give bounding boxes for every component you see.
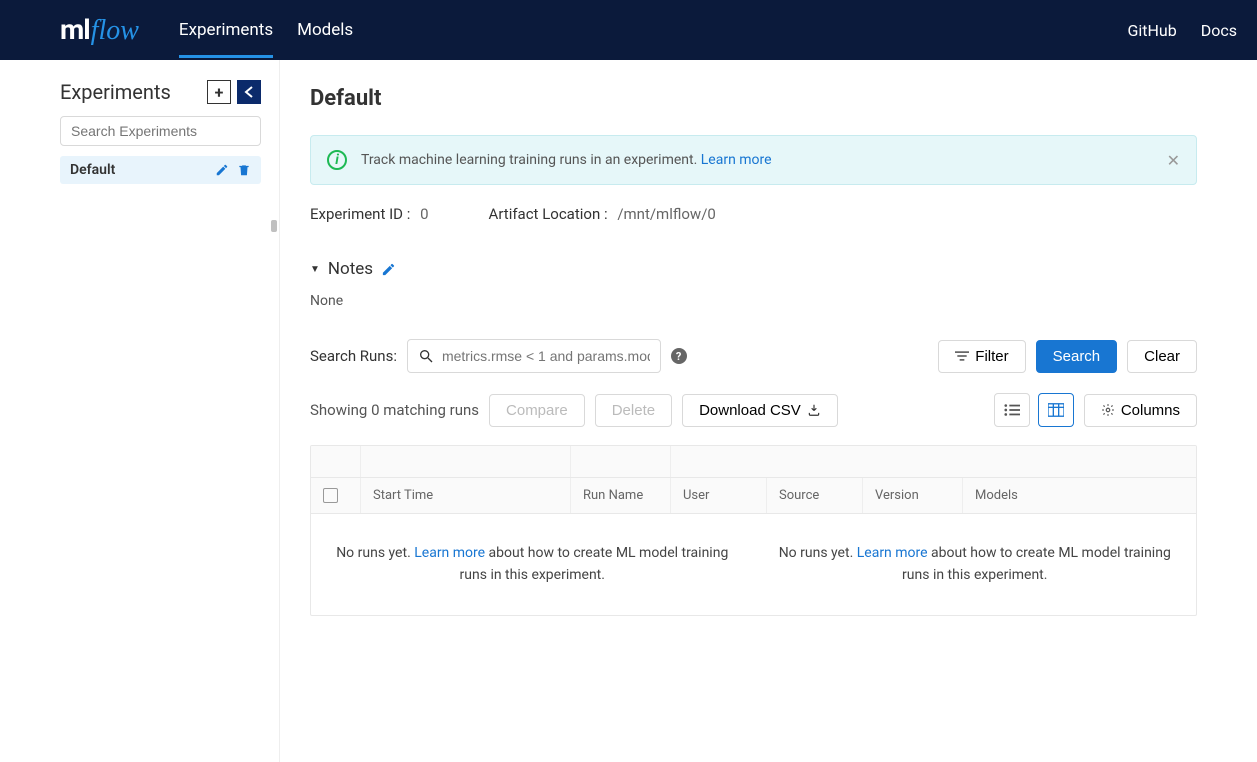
nav-models[interactable]: Models xyxy=(297,2,353,58)
edit-experiment-icon[interactable] xyxy=(215,163,229,177)
empty-msg-1: No runs yet. Learn more about how to cre… xyxy=(311,542,754,587)
search-experiments-input[interactable] xyxy=(60,116,261,146)
nav-github[interactable]: GitHub xyxy=(1127,3,1176,58)
empty-learn-more-link-2[interactable]: Learn more xyxy=(857,545,928,561)
clear-button[interactable]: Clear xyxy=(1127,340,1197,373)
col-run-name[interactable]: Run Name xyxy=(571,478,671,513)
col-source[interactable]: Source xyxy=(767,478,863,513)
empty-state: No runs yet. Learn more about how to cre… xyxy=(311,514,1196,615)
notes-value: None xyxy=(310,293,1197,309)
matching-count: Showing 0 matching runs xyxy=(310,401,479,419)
list-view-button[interactable] xyxy=(994,393,1030,427)
alert-text: Track machine learning training runs in … xyxy=(361,152,1153,168)
search-row: Search Runs: ? Filter Search Clear xyxy=(310,339,1197,373)
experiment-id-label: Experiment ID : xyxy=(310,205,410,223)
results-row: Showing 0 matching runs Compare Delete D… xyxy=(310,393,1197,427)
nav-experiments[interactable]: Experiments xyxy=(179,2,273,58)
select-all-cell[interactable] xyxy=(311,478,361,513)
notes-header[interactable]: ▼ Notes xyxy=(310,259,1197,279)
notes-label: Notes xyxy=(328,259,373,279)
table-header-top xyxy=(311,446,1196,478)
filter-icon xyxy=(955,350,969,362)
close-alert-icon[interactable]: ✕ xyxy=(1167,151,1180,170)
main-content: Default i Track machine learning trainin… xyxy=(280,60,1257,762)
sidebar-item-label: Default xyxy=(70,162,115,178)
search-runs-input[interactable] xyxy=(442,344,650,368)
info-icon: i xyxy=(327,150,347,170)
alert-learn-more-link[interactable]: Learn more xyxy=(701,152,772,168)
select-all-checkbox[interactable] xyxy=(323,488,338,503)
columns-button[interactable]: Columns xyxy=(1084,394,1197,427)
col-start-time[interactable]: Start Time xyxy=(361,478,571,513)
gear-icon xyxy=(1101,403,1115,417)
experiment-meta: Experiment ID : 0 Artifact Location : /m… xyxy=(310,205,1197,223)
empty-msg-2: No runs yet. Learn more about how to cre… xyxy=(754,542,1197,587)
info-alert: i Track machine learning training runs i… xyxy=(310,135,1197,185)
page-title: Default xyxy=(310,86,1197,111)
scrollbar-thumb[interactable] xyxy=(271,220,277,232)
experiment-id-value: 0 xyxy=(420,205,428,223)
table-header: Start Time Run Name User Source Version … xyxy=(311,478,1196,514)
logo-ml: ml xyxy=(60,13,90,46)
empty-learn-more-link[interactable]: Learn more xyxy=(414,545,485,561)
collapse-sidebar-button[interactable] xyxy=(237,80,261,104)
top-nav: ml flow Experiments Models GitHub Docs xyxy=(0,0,1257,60)
grid-icon xyxy=(1048,403,1064,417)
runs-table: Start Time Run Name User Source Version … xyxy=(310,445,1197,616)
col-models[interactable]: Models xyxy=(963,478,1196,513)
delete-experiment-icon[interactable] xyxy=(237,163,251,177)
edit-notes-icon[interactable] xyxy=(381,262,396,277)
nav-links: Experiments Models xyxy=(179,2,1128,58)
caret-down-icon: ▼ xyxy=(310,264,320,275)
search-button[interactable]: Search xyxy=(1036,340,1118,373)
artifact-location-label: Artifact Location : xyxy=(489,205,608,223)
list-icon xyxy=(1004,403,1020,417)
nav-docs[interactable]: Docs xyxy=(1201,3,1237,58)
filter-button[interactable]: Filter xyxy=(938,340,1025,373)
add-experiment-button[interactable]: + xyxy=(207,80,231,104)
sidebar-item-default[interactable]: Default xyxy=(60,156,261,184)
download-csv-button[interactable]: Download CSV xyxy=(682,394,838,427)
search-help-icon[interactable]: ? xyxy=(671,348,687,364)
col-version[interactable]: Version xyxy=(863,478,963,513)
download-icon xyxy=(807,403,821,417)
col-user[interactable]: User xyxy=(671,478,767,513)
artifact-location-value: /mnt/mlflow/0 xyxy=(617,205,716,223)
logo-flow: flow xyxy=(91,15,139,47)
compare-button[interactable]: Compare xyxy=(489,394,585,427)
search-runs-label: Search Runs: xyxy=(310,347,397,365)
sidebar: Experiments + Default xyxy=(0,60,280,762)
sidebar-title: Experiments xyxy=(60,80,171,104)
logo[interactable]: ml flow xyxy=(60,13,139,47)
search-icon xyxy=(418,348,434,364)
delete-button[interactable]: Delete xyxy=(595,394,672,427)
search-runs-box[interactable] xyxy=(407,339,661,373)
table-view-button[interactable] xyxy=(1038,393,1074,427)
nav-right: GitHub Docs xyxy=(1127,3,1237,58)
